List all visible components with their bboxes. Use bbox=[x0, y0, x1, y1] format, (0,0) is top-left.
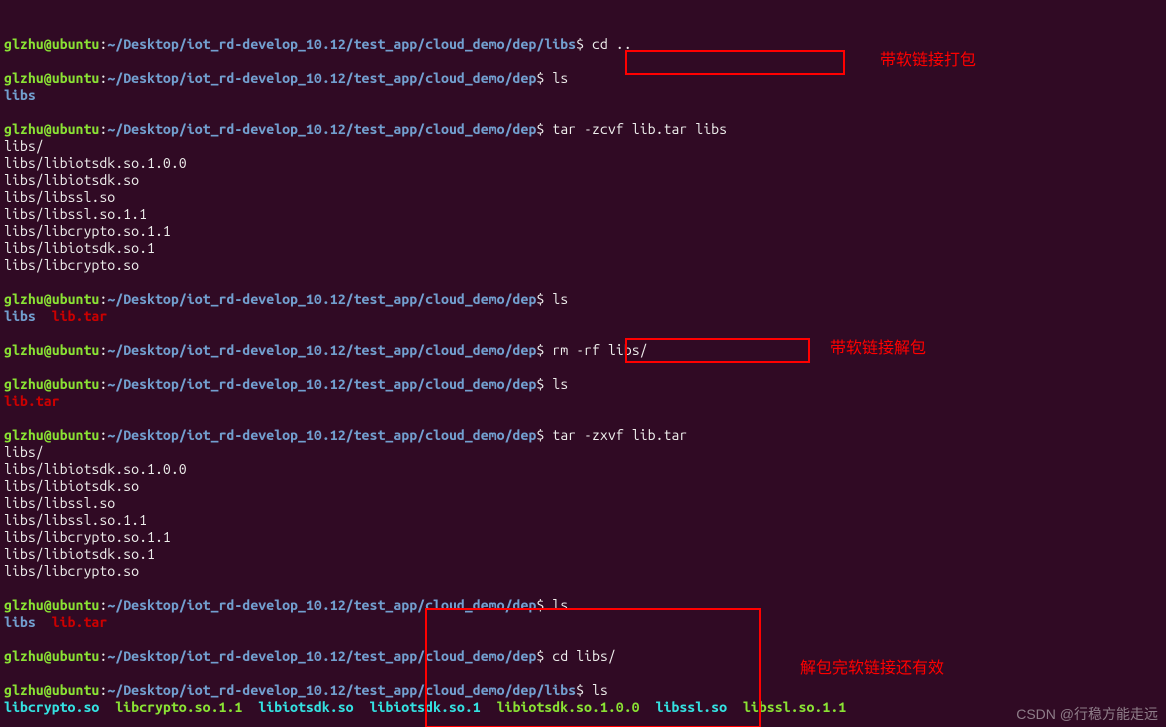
tar-o: libs/ bbox=[4, 138, 44, 154]
cmd-tar-extract: tar -zxvf lib.tar bbox=[552, 427, 687, 443]
watermark: CSDN @行稳方能走远 bbox=[1016, 706, 1158, 723]
ls-libs-dir-2: libs bbox=[4, 308, 36, 324]
highlight-box-tar-create bbox=[625, 50, 845, 75]
f1: libcrypto.so bbox=[4, 699, 99, 715]
ls-libtar: lib.tar bbox=[52, 308, 108, 324]
prompt-path: ~/Desktop/iot_rd-develop_10.12/test_app/… bbox=[107, 36, 576, 52]
prompt-user: glzhu@ubuntu bbox=[4, 36, 99, 52]
annotation-tar-extract: 带软链接解包 bbox=[830, 340, 926, 357]
highlight-box-tar-extract bbox=[625, 338, 810, 363]
ls-libtar-only: lib.tar bbox=[4, 393, 60, 409]
cmd-tar-create: tar -zcvf lib.tar libs bbox=[552, 121, 727, 137]
ls-libs-dir: libs bbox=[4, 87, 36, 103]
annotation-ls-l: 解包完软链接还有效 bbox=[800, 660, 944, 677]
annotation-tar-create: 带软链接打包 bbox=[880, 52, 976, 69]
highlight-box-ls-l bbox=[425, 608, 761, 727]
cmd-ls: ls bbox=[552, 70, 568, 86]
prompt-sigil: $ bbox=[576, 36, 592, 52]
prompt: glzhu@ubuntu bbox=[4, 70, 99, 86]
